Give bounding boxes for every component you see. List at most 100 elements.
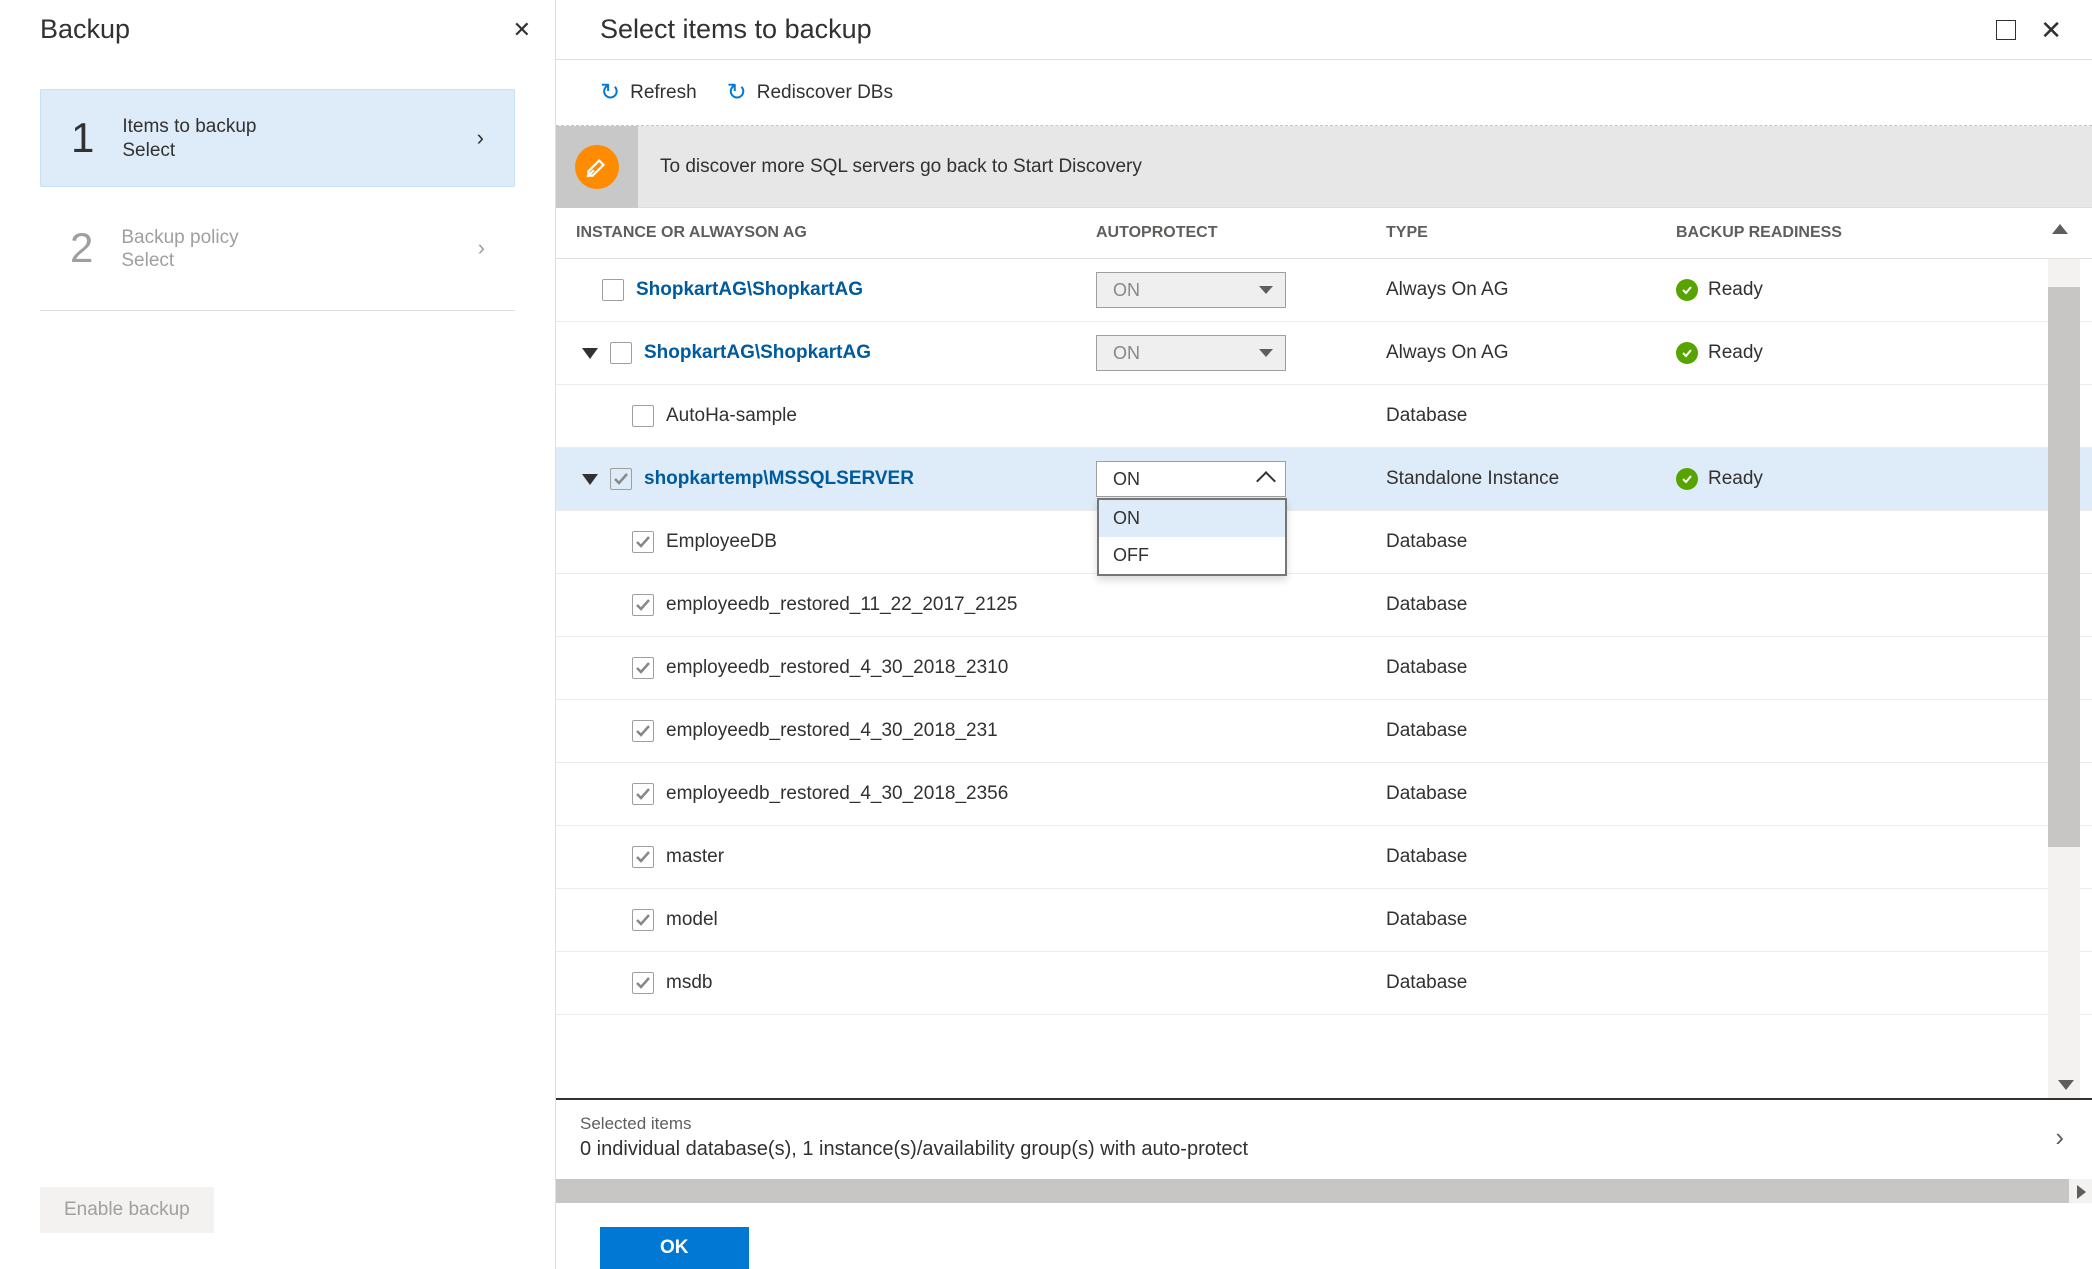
table-row[interactable]: employeedb_restored_4_30_2018_231 Databas… xyxy=(556,700,2092,763)
chevron-right-icon: › xyxy=(2055,1122,2064,1153)
wizard-steps: 1 Items to backup Select › 2 Backup poli… xyxy=(0,59,555,311)
table-row[interactable]: employeedb_restored_4_30_2018_2356 Databa… xyxy=(556,763,2092,826)
chevron-down-icon xyxy=(1259,286,1273,294)
table-row[interactable]: ShopkartAG\ShopkartAGONAlways On AGReady xyxy=(556,259,2092,322)
checkbox[interactable] xyxy=(632,972,654,994)
chevron-right-icon: › xyxy=(477,125,484,151)
row-name: msdb xyxy=(666,972,712,994)
row-type: Always On AG xyxy=(1386,342,1676,364)
row-type: Database xyxy=(1386,594,1676,616)
main-header: Select items to backup ✕ xyxy=(556,0,2092,60)
sidebar-title: Backup xyxy=(40,14,130,45)
refresh-label: Refresh xyxy=(630,82,697,104)
toolbar: ↻ Refresh ↻ Rediscover DBs xyxy=(556,60,2092,126)
summary-bar[interactable]: Selected items 0 individual database(s),… xyxy=(556,1098,2092,1179)
table-row[interactable]: ShopkartAG\ShopkartAG ON Always On AG Ready xyxy=(556,322,2092,385)
row-name: ShopkartAG\ShopkartAG xyxy=(636,279,863,301)
checkbox[interactable] xyxy=(632,594,654,616)
chevron-right-icon: › xyxy=(478,235,485,261)
table-row[interactable]: employeedb_restored_11_22_2017_2125 Datab… xyxy=(556,574,2092,637)
col-instance[interactable]: INSTANCE OR ALWAYSON AG xyxy=(576,224,1096,242)
success-icon xyxy=(1676,279,1698,301)
scroll-down-icon[interactable] xyxy=(2058,1080,2074,1090)
table-row[interactable]: modelDatabase xyxy=(556,889,2092,952)
table-row[interactable]: shopkartemp\MSSQLSERVERONONOFFStandalone… xyxy=(556,448,2092,511)
table-row[interactable]: AutoHa-sample Database xyxy=(556,385,2092,448)
scrollbar-thumb[interactable] xyxy=(556,1179,2069,1203)
row-name: master xyxy=(666,846,724,868)
readiness-label: Ready xyxy=(1708,342,1763,364)
table-header: INSTANCE OR ALWAYSON AG AUTOPROTECT TYPE… xyxy=(556,208,2092,259)
row-name: employeedb_restored_4_30_2018_2356 xyxy=(666,783,1008,805)
row-type: Database xyxy=(1386,405,1676,427)
checkbox[interactable] xyxy=(632,531,654,553)
col-readiness[interactable]: BACKUP READINESS xyxy=(1676,224,2040,242)
table-body: ShopkartAG\ShopkartAG ON Always On AG Ready… xyxy=(556,259,2092,1098)
row-name: employeedb_restored_4_30_2018_2310 xyxy=(666,657,1008,679)
success-icon xyxy=(1676,342,1698,364)
step-title: Backup policy xyxy=(121,225,238,251)
autoprotect-dropdown: ONOFF xyxy=(1097,498,1287,576)
checkbox[interactable] xyxy=(610,342,632,364)
autoprotect-select[interactable]: ONONOFF xyxy=(1096,461,1286,497)
row-type: Database xyxy=(1386,720,1676,742)
checkbox[interactable] xyxy=(602,279,624,301)
step-number: 2 xyxy=(70,227,93,269)
row-name: shopkartemp\MSSQLSERVER xyxy=(644,468,914,490)
checkbox[interactable] xyxy=(632,405,654,427)
col-autoprotect[interactable]: AUTOPROTECT xyxy=(1096,224,1386,242)
rediscover-button[interactable]: ↻ Rediscover DBs xyxy=(727,78,893,107)
rediscover-label: Rediscover DBs xyxy=(757,82,893,104)
dropdown-option[interactable]: OFF xyxy=(1099,537,1285,574)
page-title: Select items to backup xyxy=(600,14,872,45)
table-row[interactable]: employeedb_restored_4_30_2018_2310Databa… xyxy=(556,637,2092,700)
close-icon[interactable]: ✕ xyxy=(513,19,531,41)
row-type: Database xyxy=(1386,972,1676,994)
caret-down-icon[interactable] xyxy=(582,348,598,359)
checkbox[interactable] xyxy=(632,909,654,931)
dropdown-option[interactable]: ON xyxy=(1099,500,1285,537)
autoprotect-select[interactable]: ON xyxy=(1096,272,1286,308)
table-row[interactable]: masterDatabase xyxy=(556,826,2092,889)
row-name: ShopkartAG\ShopkartAG xyxy=(644,342,871,364)
ok-button[interactable]: OK xyxy=(600,1227,749,1269)
refresh-icon: ↻ xyxy=(600,78,620,107)
step-items-to-backup[interactable]: 1 Items to backup Select › xyxy=(40,89,515,187)
row-name: AutoHa-sample xyxy=(666,405,797,427)
banner-icon-box xyxy=(556,126,638,208)
checkbox[interactable] xyxy=(632,657,654,679)
divider xyxy=(40,310,515,311)
table-row[interactable]: msdb Database xyxy=(556,952,2092,1015)
info-banner: To discover more SQL servers go back to … xyxy=(556,126,2092,208)
step-number: 1 xyxy=(71,117,94,159)
chevron-up-icon xyxy=(1256,471,1276,491)
step-subtitle: Select xyxy=(122,140,256,162)
summary-desc: 0 individual database(s), 1 instance(s)/… xyxy=(580,1138,1248,1161)
table-row[interactable]: EmployeeDB Database xyxy=(556,511,2092,574)
checkbox[interactable] xyxy=(632,783,654,805)
caret-down-icon[interactable] xyxy=(582,474,598,485)
row-name: EmployeeDB xyxy=(666,531,777,553)
checkbox[interactable] xyxy=(610,468,632,490)
scroll-up-icon[interactable] xyxy=(2052,224,2068,234)
row-type: Database xyxy=(1386,783,1676,805)
autoprotect-select[interactable]: ON xyxy=(1096,335,1286,371)
row-name: employeedb_restored_11_22_2017_2125 xyxy=(666,594,1017,616)
close-icon[interactable]: ✕ xyxy=(2040,17,2062,43)
row-type: Database xyxy=(1386,531,1676,553)
scrollbar-thumb[interactable] xyxy=(2048,287,2080,847)
refresh-button[interactable]: ↻ Refresh xyxy=(600,78,697,107)
row-name: employeedb_restored_4_30_2018_231 xyxy=(666,720,998,742)
checkbox[interactable] xyxy=(632,720,654,742)
main-panel: Select items to backup ✕ ↻ Refresh ↻ Red… xyxy=(556,0,2092,1269)
horizontal-scrollbar[interactable] xyxy=(556,1179,2092,1203)
row-type: Database xyxy=(1386,909,1676,931)
col-type[interactable]: TYPE xyxy=(1386,224,1676,242)
chevron-down-icon xyxy=(1259,349,1273,357)
success-icon xyxy=(1676,468,1698,490)
step-backup-policy[interactable]: 2 Backup policy Select › xyxy=(40,201,515,297)
maximize-icon[interactable] xyxy=(1996,20,2016,40)
enable-backup-button[interactable]: Enable backup xyxy=(40,1187,214,1233)
checkbox[interactable] xyxy=(632,846,654,868)
scroll-right-icon[interactable] xyxy=(2077,1185,2086,1199)
